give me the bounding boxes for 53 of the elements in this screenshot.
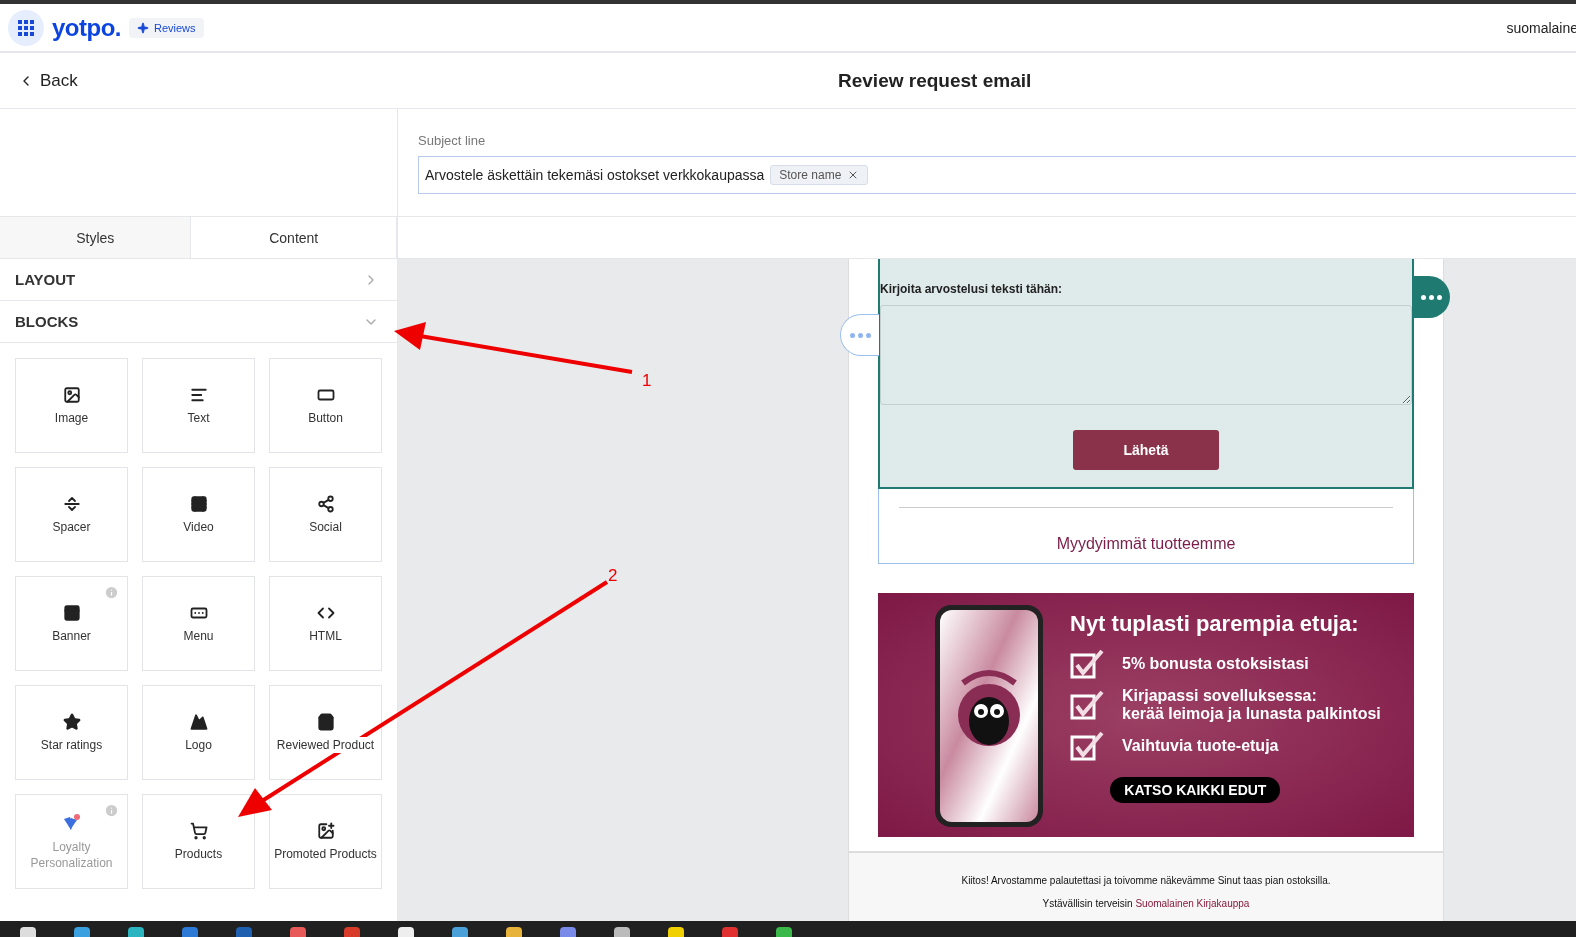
checkbox-icon (1070, 690, 1104, 720)
block-tile[interactable]: Button (269, 358, 382, 453)
block-tile[interactable]: Promoted Products (269, 794, 382, 889)
block-tile[interactable]: Star ratings (15, 685, 128, 780)
benefit-text: 5% bonusta ostoksistasi (1122, 655, 1309, 673)
store-link[interactable]: Suomalainen Kirjakauppa (1135, 898, 1250, 909)
annotation-label: 1 (642, 371, 652, 391)
image-icon (62, 385, 81, 404)
block-tile[interactable]: Text (142, 358, 255, 453)
section-title: LAYOUT (15, 271, 76, 288)
block-tile[interactable]: Video (142, 467, 255, 562)
section-header[interactable]: LAYOUT (0, 259, 397, 301)
merge-tag[interactable]: Store name (770, 165, 869, 185)
subject-field[interactable]: Arvostele äskettäin tekemäsi ostokset verkkokaupassa Store name (418, 156, 1576, 194)
benefit-text: Vaihtuvia tuote-etuja (1122, 737, 1279, 755)
section-title: BLOCKS (15, 313, 79, 330)
block-tile[interactable]: HTML (269, 576, 382, 671)
logo-icon (189, 712, 208, 731)
thanks-text: Kiitos! Arvostamme palautettasi ja toivomme näkevämme Sinut taas pian ostoksilla. (961, 875, 1331, 886)
block-tile[interactable]: Menu (142, 576, 255, 671)
checkbox-icon (1070, 649, 1104, 679)
banner-heading: Nyt tuplasti parempia etuja: (1070, 611, 1360, 637)
block-options-handle[interactable] (1413, 276, 1450, 318)
section-header[interactable]: BLOCKS (0, 301, 397, 343)
social-icon (316, 494, 335, 513)
section-heading: Myydyimmät tuotteemme (1056, 535, 1236, 553)
cta-button[interactable]: KATSO KAIKKI EDUT (1110, 777, 1281, 803)
block-tile[interactable]: Spacer (15, 467, 128, 562)
block-tile[interactable]: Banner (15, 576, 128, 671)
logo: yotpo. (52, 13, 121, 42)
promoted-icon (316, 821, 335, 840)
submit-button[interactable]: Lähetä (1073, 430, 1219, 470)
block-tile[interactable]: Image (15, 358, 128, 453)
product-badge[interactable]: Reviews (129, 17, 204, 38)
row-options-handle[interactable] (840, 314, 879, 356)
page-title: Review request email (838, 69, 1032, 92)
block-tile[interactable]: Social (269, 467, 382, 562)
star-icon (62, 712, 81, 731)
cart-icon (189, 821, 208, 840)
signoff-text: Ystävällisin terveisin Suomalainen Kirjakauppa (1042, 898, 1250, 909)
benefit-text: Kirjapassi sovelluksessa: kerää leimoja ja lunasta palkintosi (1122, 687, 1381, 723)
back-link[interactable]: Back (18, 70, 78, 91)
block-tile[interactable]: Reviewed Product (269, 685, 382, 780)
annotation-label: 2 (608, 566, 618, 586)
checkbox-icon (1070, 731, 1104, 761)
block-tile[interactable]: Logo (142, 685, 255, 780)
spacer-icon (62, 494, 81, 513)
block-tile[interactable]: Products (142, 794, 255, 889)
form-label: Kirjoita arvostelusi teksti tähän: (880, 282, 1064, 296)
field-label: Subject line (418, 133, 487, 148)
panel-tab[interactable]: Styles (0, 217, 192, 258)
apps-button[interactable] (8, 9, 44, 46)
sparkle-icon (137, 21, 149, 34)
